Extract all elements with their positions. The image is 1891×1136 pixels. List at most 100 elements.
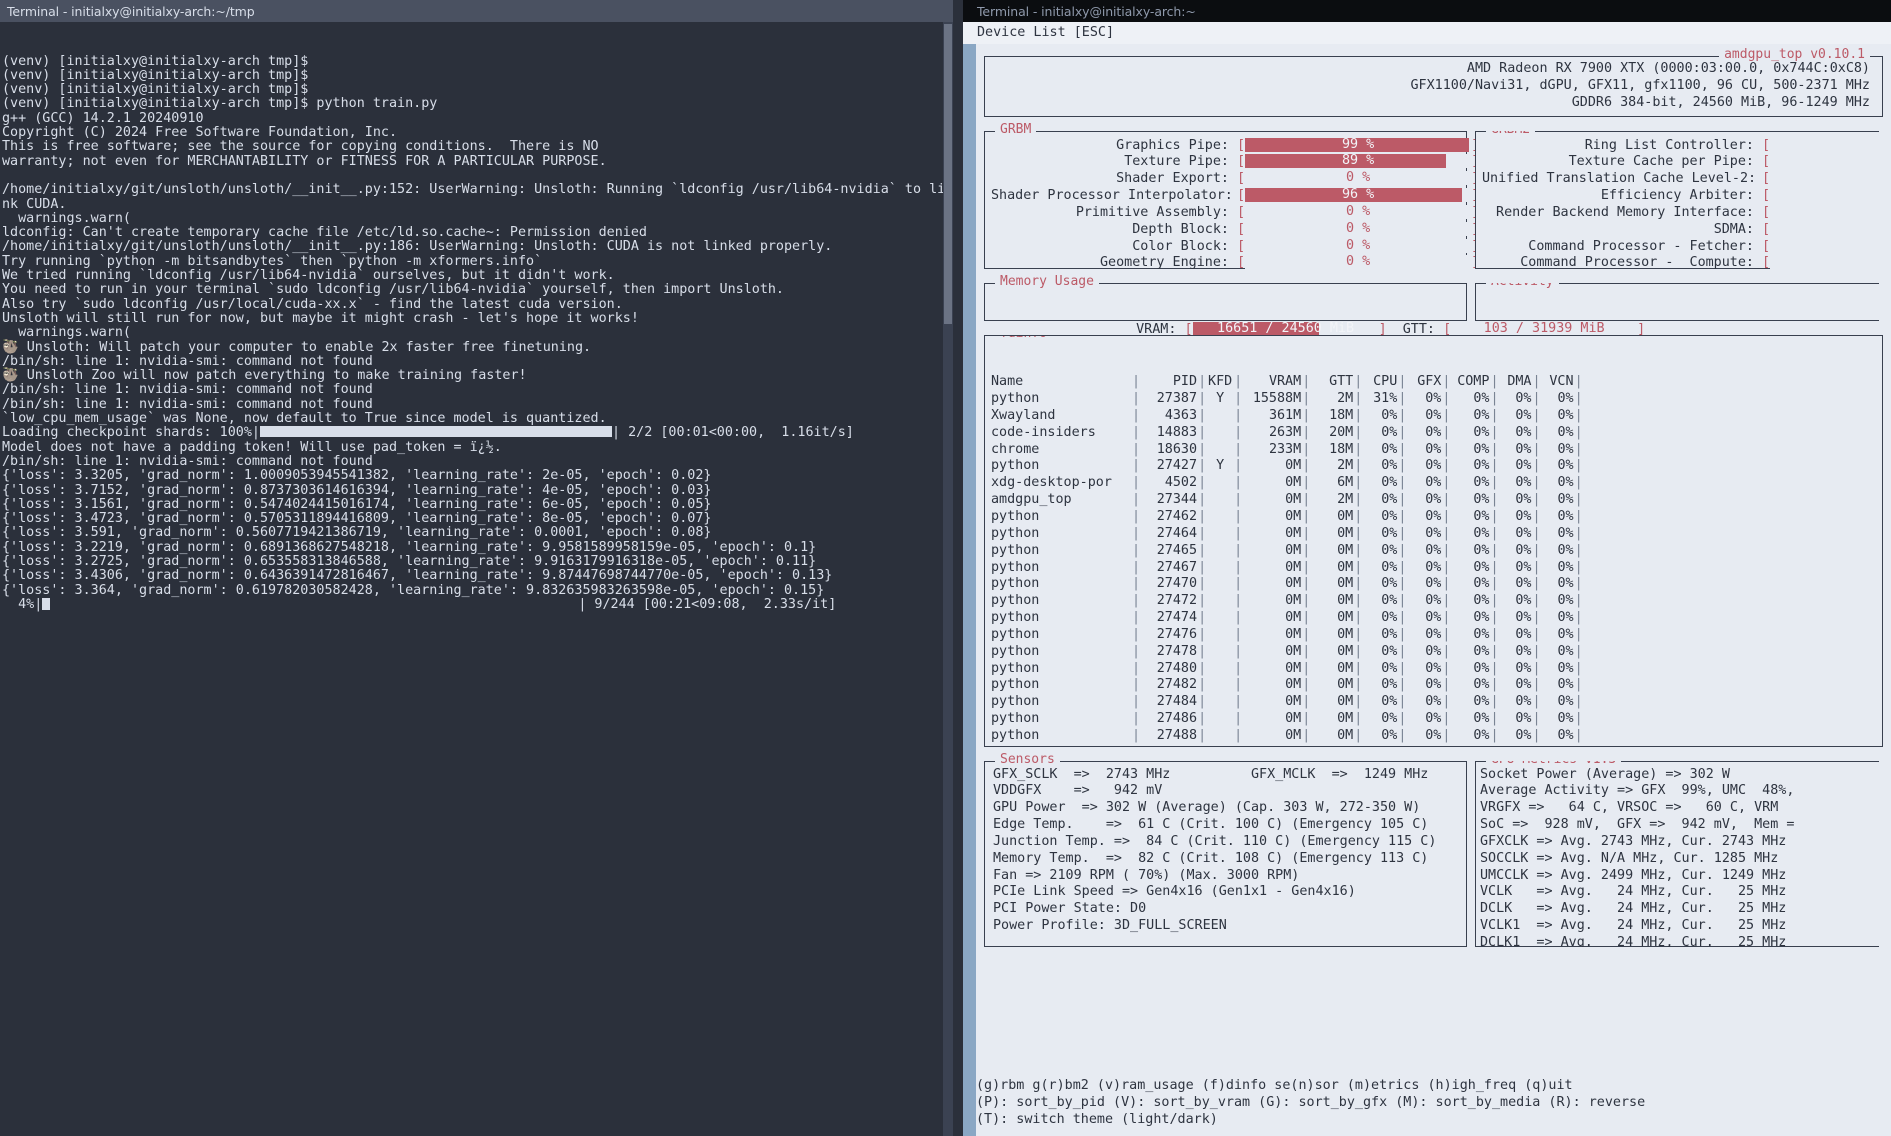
table-cell: 0% — [1425, 475, 1442, 491]
table-row[interactable]: chrome | 18630 | | 233M | 18M | 0% | 0% | 0% | 0% | 0% | — [991, 442, 1584, 459]
column-separator: | — [1532, 492, 1541, 508]
left-terminal-scrollbar[interactable] — [943, 22, 953, 1136]
left-terminal-output[interactable]: (venv) [initialxy@initialxy-arch tmp]$ (v… — [0, 22, 953, 1136]
grbm2-texture-cache-per-pipe-label: Texture Cache per Pipe: — [1568, 154, 1754, 170]
column-separator: | — [1442, 407, 1451, 423]
column-separator: | — [1132, 643, 1141, 659]
table-cell: 0% — [1557, 391, 1574, 407]
table-row[interactable]: python | 27467 | | 0M | 0M | 0% | 0% | 0% | 0% | 0% | — [991, 560, 1584, 577]
table-cell: 0% — [1381, 694, 1398, 710]
fdinfo-panel[interactable]: fdinfo Name|PID|KFD|VRAM|GTT|CPU|GFX|COM… — [984, 334, 1883, 747]
table-cell: 0% — [1425, 677, 1442, 693]
table-row[interactable]: python | 27472 | | 0M | 0M | 0% | 0% | 0% | 0% | 0% | — [991, 593, 1584, 610]
table-row[interactable]: python | 27464 | | 0M | 0M | 0% | 0% | 0% | 0% | 0% | — [991, 526, 1584, 543]
column-separator: | — [1442, 643, 1451, 659]
column-header[interactable]: CPU — [1363, 374, 1397, 391]
column-separator: | — [1532, 745, 1542, 746]
column-header[interactable]: COMP — [1451, 374, 1489, 391]
grbm-shader-export-value: 0 % — [1346, 170, 1371, 186]
table-cell: 0% — [1381, 610, 1398, 626]
column-separator: | — [1302, 492, 1311, 508]
grbm-shader-processor-interpolator-label: Shader Processor Interpolator: — [991, 188, 1233, 204]
column-separator: | — [1354, 374, 1363, 390]
table-row[interactable]: python|27490||0M|0M|0%|0%|0%|0%|0%| — [991, 745, 1584, 746]
column-separator: | — [1197, 745, 1207, 746]
table-cell: 0% — [1381, 727, 1398, 743]
scrollbar-thumb[interactable] — [944, 24, 952, 324]
device-list-button[interactable]: Device List [ESC] — [963, 22, 1891, 44]
column-separator: | — [1132, 694, 1141, 710]
column-header[interactable]: GFX — [1407, 374, 1441, 391]
table-cell: 0% — [1557, 576, 1574, 592]
table-cell: 27482 — [1156, 677, 1198, 693]
table-row[interactable]: python | 27484 | | 0M | 0M | 0% | 0% | 0% | 0% | 0% | — [991, 694, 1584, 711]
left-window-titlebar[interactable]: Terminal - initialxy@initialxy-arch:~/tm… — [0, 0, 953, 22]
column-separator: | — [1198, 525, 1207, 541]
column-separator: | — [1574, 508, 1583, 524]
table-cell: 0% — [1425, 508, 1442, 524]
terminal-line-sloth-2: 🦥 Unsloth Zoo will now patch everything … — [2, 368, 527, 384]
table-cell — [1207, 593, 1233, 610]
column-separator: | — [1574, 391, 1583, 407]
table-row[interactable]: python | 27474 | | 0M | 0M | 0% | 0% | 0% | 0% | 0% | — [991, 610, 1584, 627]
grbm-primitive-assembly-gauge: 0 % — [1245, 204, 1472, 219]
table-cell: 0M — [1285, 677, 1302, 693]
table-cell: 0% — [1451, 745, 1489, 746]
terminal-line: ldconfig: Can't create temporary cache f… — [2, 225, 647, 241]
table-row[interactable]: amdgpu_top | 27344 | | 0M | 2M | 0% | 0% | 0% | 0% | 0% | — [991, 492, 1584, 509]
column-header[interactable]: Name — [991, 374, 1131, 391]
terminal-line: `low_cpu_mem_usage` was None, now defaul… — [2, 411, 607, 427]
column-header[interactable]: PID — [1141, 374, 1197, 391]
metric-line: Average Activity => GFX 99%, UMC 48%, — [1480, 783, 1795, 799]
column-separator: | — [1132, 593, 1141, 609]
table-row[interactable]: python | 27486 | | 0M | 0M | 0% | 0% | 0% | 0% | 0% | — [991, 711, 1584, 728]
column-separator: | — [1354, 559, 1363, 575]
column-separator: | — [1532, 626, 1541, 642]
column-separator: | — [1302, 711, 1311, 727]
column-separator: | — [1234, 508, 1243, 524]
grbm-geometry-engine-value: 0 % — [1346, 254, 1371, 270]
table-row[interactable]: python | 27465 | | 0M | 0M | 0% | 0% | 0% | 0% | 0% | — [991, 543, 1584, 560]
table-row[interactable]: Xwayland | 4363 | | 361M | 18M | 0% | 0% | 0% | 0% | 0% | — [991, 408, 1584, 425]
table-row[interactable]: python | 27462 | | 0M | 0M | 0% | 0% | 0% | 0% | 0% | — [991, 509, 1584, 526]
terminal-line: (venv) [initialxy@initialxy-arch tmp]$ — [2, 82, 309, 98]
terminal-line: /bin/sh: line 1: nvidia-smi: command not… — [2, 353, 373, 369]
terminal-line: You need to run in your terminal `sudo l… — [2, 282, 784, 298]
column-header[interactable]: KFD — [1207, 374, 1233, 391]
sloth-icon: 🦥 — [2, 339, 19, 355]
column-header[interactable]: GTT — [1311, 374, 1353, 391]
column-header[interactable]: VRAM — [1243, 374, 1301, 391]
table-row[interactable]: python | 27476 | | 0M | 0M | 0% | 0% | 0% | 0% | 0% | — [991, 627, 1584, 644]
table-cell: 0% — [1425, 525, 1442, 541]
grbm2-render-backend-memory-interface-label: Render Backend Memory Interface: — [1496, 204, 1754, 220]
table-cell: 18M — [1329, 441, 1354, 457]
table-row[interactable]: python | 27488 | | 0M | 0M | 0% | 0% | 0% | 0% | 0% | — [991, 728, 1584, 745]
sloth-icon: 🦥 — [2, 368, 19, 384]
column-separator: | — [1490, 424, 1499, 440]
table-header-row: Name | PID | KFD | VRAM | GTT | CPU | GFX | COMP | DMA | V… — [991, 374, 1584, 391]
table-row[interactable]: python | 27482 | | 0M | 0M | 0% | 0% | 0% | 0% | 0% | — [991, 677, 1584, 694]
table-cell: 0M — [1285, 576, 1302, 592]
table-row[interactable]: python | 27427 | Y | 0M | 2M | 0% | 0% | 0% | 0% | 0% | — [991, 458, 1584, 475]
table-row[interactable]: python | 27478 | | 0M | 0M | 0% | 0% | 0% | 0% | 0% | — [991, 644, 1584, 661]
table-row[interactable]: python | 27480 | | 0M | 0M | 0% | 0% | 0% | 0% | 0% | — [991, 661, 1584, 678]
grbm2-unified-translation-cache-level-gauge — [1770, 171, 1879, 186]
gtt-gauge: 103 / 31939 MiB — [1451, 322, 1638, 337]
table-cell: python — [991, 745, 1131, 746]
bracket-open: [ — [1754, 137, 1771, 153]
table-row[interactable]: code-insiders | 14883 | | 263M | 20M | 0% | 0% | 0% | 0… — [991, 425, 1584, 442]
table-cell: python — [991, 525, 1040, 541]
right-window-titlebar[interactable]: Terminal - initialxy@initialxy-arch:~ — [963, 0, 1891, 22]
table-cell: 0% — [1473, 660, 1490, 676]
column-separator: | — [1234, 407, 1243, 423]
column-separator: | — [1574, 542, 1583, 558]
column-separator: | — [1234, 593, 1243, 609]
table-row[interactable]: python | 27470 | | 0M | 0M | 0% | 0% | 0% | 0% | 0% | — [991, 576, 1584, 593]
table-cell: 0% — [1473, 542, 1490, 558]
column-header[interactable]: DMA — [1500, 374, 1531, 391]
table-row[interactable]: xdg-desktop-por | 4502 | | 0M | 6M | 0% | 0% | 0% | 0% |… — [991, 475, 1584, 492]
table-row[interactable]: python | 27387 | Y | 15588M | 2M | 31% | 0% | 0% | 0% | 0%… — [991, 391, 1584, 408]
table-cell — [1207, 526, 1233, 543]
table-cell: 0M — [1337, 576, 1354, 592]
column-header[interactable]: VCN — [1542, 374, 1573, 391]
